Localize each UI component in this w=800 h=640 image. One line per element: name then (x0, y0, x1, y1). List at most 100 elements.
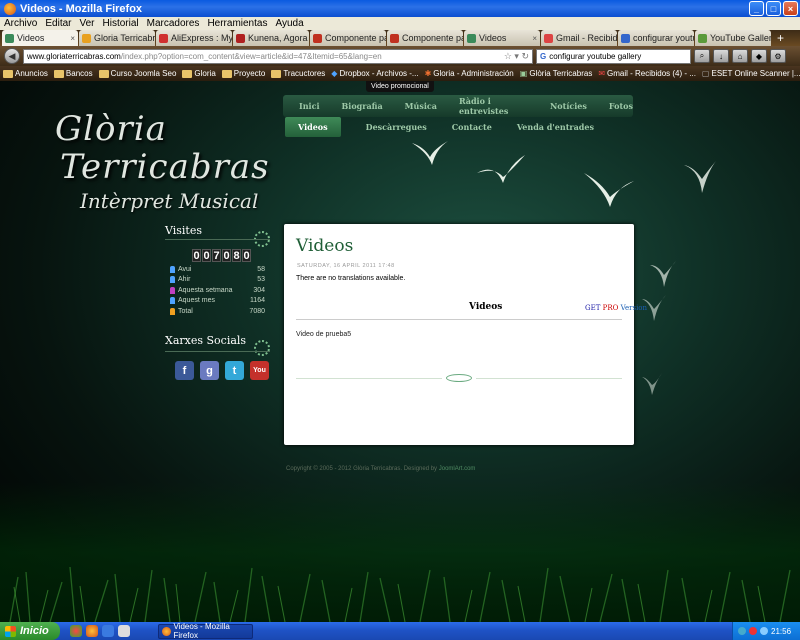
bookmark-dropbox[interactable]: ◆ Dropbox - Archivos -... (331, 69, 418, 78)
visits-row-setmana: Aquesta setmana 304 (170, 285, 265, 296)
menu-herramientas[interactable]: Herramientas (207, 18, 267, 29)
subnav-descarregues[interactable]: Descàrregues (366, 122, 427, 132)
google-icon[interactable]: g (200, 361, 219, 380)
bookmark-label: Glòria Terricabras (529, 69, 593, 78)
grass-background (0, 482, 800, 622)
tab-label: Componente para... (402, 33, 463, 43)
bookmark-star-icon[interactable]: ☆ ▾ ↻ (504, 51, 529, 62)
url-domain: www.gloriaterricabras.com (27, 51, 121, 61)
quick-launch (70, 625, 130, 637)
subnav-venda[interactable]: Venda d'entrades (517, 122, 594, 132)
dropbox-icon: ◆ (331, 69, 338, 78)
divider (296, 319, 622, 320)
tab-favicon-icon (82, 33, 91, 43)
search-bar[interactable]: G configurar youtube gallery (536, 48, 691, 64)
bookmark-curso[interactable]: Curso Joomla Seo (98, 69, 176, 78)
nav-fotos[interactable]: Fotos (609, 101, 633, 111)
minimize-button[interactable]: _ (749, 1, 764, 16)
subnav-videos[interactable]: Videos (285, 117, 341, 137)
firefox-icon (4, 2, 16, 15)
nav-radio[interactable]: Ràdio i entrevistes (459, 96, 528, 116)
start-button[interactable]: Inicio (0, 622, 60, 640)
tab-gloria[interactable]: Gloria Terricabras ...× (79, 30, 155, 46)
visits-row-ahir: Ahir 53 (170, 275, 265, 286)
page-viewport[interactable]: Video promocional Glòria Terricabras Int… (0, 81, 800, 622)
bookmark-gloria-terricabras[interactable]: ▣ Glòria Terricabras (520, 69, 593, 78)
tab-aliexpress[interactable]: AliExpress : My Ali...× (156, 30, 232, 46)
tab-gmail[interactable]: Gmail - Recibidos -...× (541, 30, 617, 46)
url-bar[interactable]: www.gloriaterricabras.com/index.php?opti… (23, 48, 533, 64)
tab-kunena[interactable]: Kunena, Agora y ...× (233, 30, 309, 46)
firefox-icon[interactable] (86, 625, 98, 637)
gear-icon[interactable]: ⚙ (770, 49, 786, 63)
person-icon (170, 265, 175, 273)
bookmark-eset[interactable]: ▢ ESET Online Scanner |... (702, 69, 800, 78)
twitter-icon[interactable]: t (225, 361, 244, 380)
youtube-icon[interactable]: You (250, 361, 269, 380)
social-title: Xarxes Socials (165, 334, 247, 347)
start-label: Inicio (20, 625, 49, 637)
tab-componente-2[interactable]: Componente para...× (387, 30, 463, 46)
bookmark-label: Anuncios (15, 69, 48, 78)
bookmark-label: Gmail - Recibidos (4) - ... (607, 69, 696, 78)
home-icon[interactable]: ⌂ (732, 49, 748, 63)
close-icon[interactable]: × (530, 34, 537, 43)
alert-icon[interactable] (749, 627, 757, 635)
nav-noticies[interactable]: Notícies (550, 101, 587, 111)
new-tab-button[interactable]: + (772, 30, 789, 46)
addon-icon[interactable]: ◆ (751, 49, 767, 63)
window-titlebar[interactable]: Videos - Mozilla Firefox _ □ × (0, 0, 800, 17)
copyright-text: Copyright © 2005 - 2012 Glòria Terricabr… (286, 466, 439, 472)
nav-musica[interactable]: Música (405, 101, 437, 111)
tab-youtube-gallery[interactable]: YouTube Gallery -...× (695, 30, 771, 46)
bookmark-gloria-admin[interactable]: ✱ Gloria - Administración (425, 69, 514, 78)
network-icon[interactable] (738, 627, 746, 635)
tab-configurar[interactable]: configurar youtub...× (618, 30, 694, 46)
eset-icon: ▢ (701, 69, 710, 78)
subnav-contacte[interactable]: Contacte (452, 122, 492, 132)
person-icon (170, 297, 175, 305)
tab-videos-2[interactable]: Videos × (464, 30, 540, 46)
maximize-button[interactable]: □ (766, 1, 781, 16)
volume-icon[interactable] (760, 627, 768, 635)
chrome-icon[interactable] (70, 625, 82, 637)
close-icon[interactable]: × (68, 34, 75, 43)
site-icon: ▣ (519, 69, 528, 78)
menu-ver[interactable]: Ver (79, 18, 94, 29)
visits-value: 304 (253, 286, 265, 294)
menu-marcadores[interactable]: Marcadores (147, 18, 200, 29)
menu-archivo[interactable]: Archivo (4, 18, 37, 29)
search-input[interactable]: configurar youtube gallery (549, 52, 641, 61)
nav-inici[interactable]: Inici (299, 101, 320, 111)
menu-editar[interactable]: Editar (45, 18, 71, 29)
social-links: f g t You (175, 361, 269, 380)
bookmark-bancos[interactable]: Bancos (53, 69, 93, 78)
tab-videos[interactable]: Videos × (2, 30, 78, 46)
menu-ayuda[interactable]: Ayuda (275, 18, 303, 29)
bookmark-gloria[interactable]: Gloria (182, 69, 216, 78)
site-logo-line1[interactable]: Glòria (55, 111, 167, 147)
taskbar-firefox-item[interactable]: Videos - Mozilla Firefox (158, 622, 253, 640)
firefox-icon (162, 626, 171, 636)
bookmark-anuncios[interactable]: Anuncios (3, 69, 48, 78)
download-icon[interactable]: ↓ (713, 49, 729, 63)
close-button[interactable]: × (783, 1, 798, 16)
desktop-icon[interactable] (118, 625, 130, 637)
joomlart-link[interactable]: JoomlArt.com (439, 466, 476, 472)
bookmark-tracuctores[interactable]: Tracuctores (271, 69, 325, 78)
bookmark-gmail[interactable]: ✉ Gmail - Recibidos (4) - ... (598, 69, 696, 78)
bookmark-label: Gloria (194, 69, 216, 78)
tab-favicon-icon (544, 33, 553, 43)
search-button[interactable]: ⌕ (694, 49, 710, 63)
bookmark-proyecto[interactable]: Proyecto (221, 69, 265, 78)
menu-historial[interactable]: Historial (103, 18, 139, 29)
get-pro-link[interactable]: GET PRO Version (585, 304, 647, 312)
back-button[interactable]: ◀ (4, 48, 20, 64)
tab-componente-1[interactable]: Componente para...× (310, 30, 386, 46)
site-logo-line2[interactable]: Terricabras (60, 149, 270, 185)
ie-icon[interactable] (102, 625, 114, 637)
visit-counter: 0 0 7 0 8 0 (192, 249, 251, 262)
facebook-icon[interactable]: f (175, 361, 194, 380)
content-panel: Videos SATURDAY, 16 APRIL 2011 17:48 The… (284, 224, 647, 445)
nav-biografia[interactable]: Biografia (342, 101, 383, 111)
